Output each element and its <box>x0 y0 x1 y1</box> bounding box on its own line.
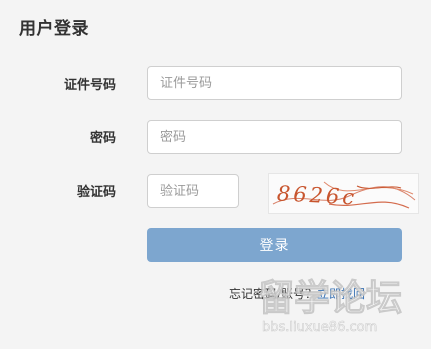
captcha-input[interactable] <box>147 174 239 208</box>
captcha-text: 8626c <box>276 181 357 209</box>
captcha-image[interactable]: 8626c <box>268 173 419 214</box>
password-label: 密码 <box>89 131 116 146</box>
password-input[interactable] <box>147 120 402 154</box>
watermark-logo: 留学论坛 bbs.liuxue86.com <box>256 262 431 345</box>
login-button[interactable]: 登录 <box>147 228 402 262</box>
forgot-password-text: 忘记密码/账号？ <box>229 287 318 301</box>
recover-link[interactable]: 立即找回 <box>317 287 365 301</box>
captcha-label: 验证码 <box>76 185 116 200</box>
id-number-input[interactable] <box>147 66 402 100</box>
page-title: 用户登录 <box>19 19 89 39</box>
forgot-password-row: 忘记密码/账号？立即找回 <box>229 285 365 302</box>
id-number-label: 证件号码 <box>63 78 116 93</box>
watermark-url: bbs.liuxue86.com <box>262 320 377 335</box>
